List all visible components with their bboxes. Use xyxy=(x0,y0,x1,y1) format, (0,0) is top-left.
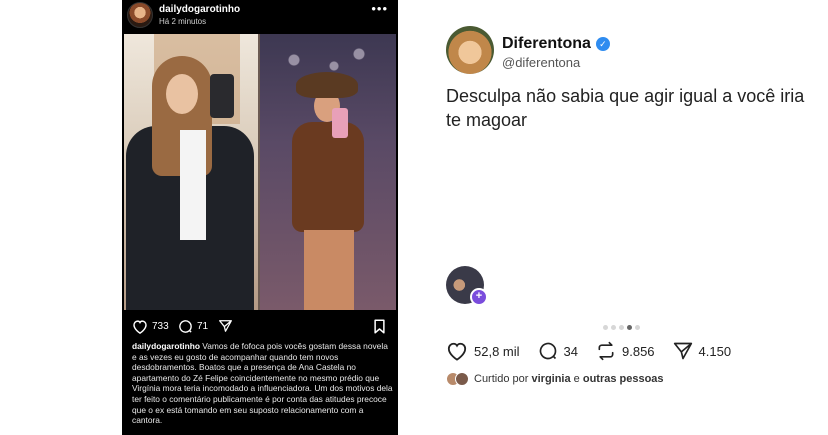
like-action[interactable]: 733 xyxy=(132,317,169,335)
caption-text: Vamos de fofoca pois vocês gostam dessa … xyxy=(132,341,393,426)
post-actions: 733 71 xyxy=(122,314,398,338)
post-time: Há 2 minutos xyxy=(159,17,207,26)
comment-action[interactable]: 71 xyxy=(178,317,208,335)
repost-count: 9.856 xyxy=(622,343,655,359)
carousel-dots xyxy=(603,325,640,330)
comment-count: 71 xyxy=(197,320,209,332)
post-caption: dailydogarotinho Vamos de fofoca pois vo… xyxy=(132,341,394,426)
share-icon xyxy=(673,342,692,360)
liked-user[interactable]: virginia xyxy=(531,373,570,385)
avatar xyxy=(455,372,469,386)
like-action[interactable]: 52,8 mil xyxy=(446,341,520,361)
repost-action[interactable]: 9.856 xyxy=(596,341,655,361)
comment-action[interactable]: 34 xyxy=(538,341,578,361)
liked-others[interactable]: outras pessoas xyxy=(583,373,664,385)
follow-plus-icon[interactable]: + xyxy=(470,288,488,306)
comment-icon xyxy=(539,342,556,360)
post-photo[interactable] xyxy=(124,34,396,310)
post-text: Desculpa não sabia que agir igual a você… xyxy=(446,86,805,130)
send-icon xyxy=(219,320,232,332)
post-header: dailydogarotinho Há 2 minutos ••• xyxy=(122,0,398,34)
heart-icon xyxy=(133,319,147,334)
photo-left-half xyxy=(124,34,258,310)
bookmark-action[interactable] xyxy=(373,317,386,335)
display-name-row: Diferentona ✓ xyxy=(502,35,610,53)
threads-post-screenshot: Diferentona ✓ @diferentona Desculpa não … xyxy=(398,0,828,435)
like-count: 52,8 mil xyxy=(474,343,520,359)
instagram-post-screenshot: dailydogarotinho Há 2 minutos ••• 733 71 xyxy=(122,0,398,435)
comment-icon xyxy=(179,319,192,333)
heart-icon xyxy=(447,342,467,361)
post-stats: 52,8 mil 34 9.856 4.150 xyxy=(446,341,749,361)
liked-by[interactable]: Curtido por virginia e outras pessoas xyxy=(446,372,664,386)
bookmark-icon xyxy=(374,319,385,333)
send-action[interactable] xyxy=(218,317,233,335)
verified-badge-icon: ✓ xyxy=(595,37,610,51)
share-action[interactable]: 4.150 xyxy=(673,341,732,361)
like-count: 733 xyxy=(152,320,169,332)
caption-username[interactable]: dailydogarotinho xyxy=(132,341,200,351)
avatar[interactable] xyxy=(127,2,153,28)
more-icon[interactable]: ••• xyxy=(371,2,388,15)
share-count: 4.150 xyxy=(698,343,732,359)
username[interactable]: dailydogarotinho xyxy=(159,4,240,15)
display-name[interactable]: Diferentona xyxy=(502,35,591,53)
user-handle[interactable]: @diferentona xyxy=(502,55,580,70)
avatar[interactable] xyxy=(446,26,494,74)
repost-icon xyxy=(598,341,614,361)
comment-count: 34 xyxy=(563,343,578,359)
